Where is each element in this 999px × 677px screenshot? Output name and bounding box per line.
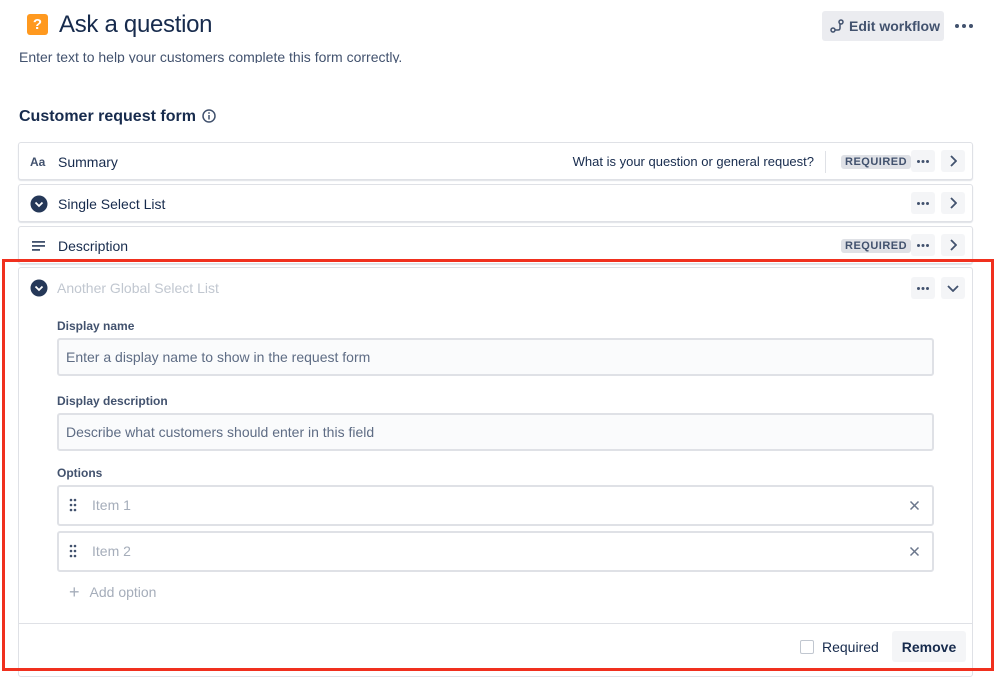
chevron-right-icon	[950, 239, 957, 251]
edit-workflow-button[interactable]: Edit workflow	[822, 11, 944, 41]
field-help-text: What is your question or general request…	[572, 154, 814, 169]
chevron-right-icon	[950, 155, 957, 167]
field-label: Another Global Select List	[57, 280, 219, 296]
display-description-input[interactable]: Describe what customers should enter in …	[57, 413, 934, 451]
divider	[825, 151, 826, 173]
divider	[19, 623, 972, 624]
svg-text:Aa: Aa	[30, 156, 46, 168]
workflow-icon	[830, 19, 844, 33]
option-input[interactable]: Item 2	[92, 543, 131, 559]
required-checkbox[interactable]	[800, 640, 814, 654]
info-icon[interactable]	[201, 108, 217, 124]
drag-handle-icon[interactable]	[69, 498, 77, 517]
close-icon[interactable]	[909, 498, 920, 516]
field-more-button[interactable]	[911, 234, 935, 256]
required-badge: REQUIRED	[841, 239, 912, 253]
option-row[interactable]: Item 1	[57, 485, 934, 526]
paragraph-icon	[30, 237, 48, 255]
expand-field-button[interactable]	[941, 192, 965, 214]
display-name-label: Display name	[57, 319, 135, 333]
field-more-button[interactable]	[911, 192, 935, 214]
required-badge: REQUIRED	[841, 155, 912, 169]
close-icon[interactable]	[909, 544, 920, 562]
more-icon	[955, 24, 973, 28]
select-list-icon	[30, 279, 48, 302]
remove-button[interactable]: Remove	[892, 631, 966, 662]
chevron-right-icon	[950, 197, 957, 209]
section-title: Customer request form	[19, 108, 196, 125]
text-field-icon: Aa	[30, 153, 48, 171]
required-label: Required	[822, 639, 879, 655]
question-mark-icon: ?	[27, 14, 48, 35]
more-icon	[917, 159, 929, 163]
option-row[interactable]: Item 2	[57, 531, 934, 572]
field-label: Single Select List	[58, 196, 166, 212]
plus-icon: +	[69, 582, 80, 602]
field-label: Description	[58, 238, 129, 254]
expanded-field-another-global-select-list: Another Global Select List Display name …	[18, 267, 973, 677]
display-name-input[interactable]: Enter a display name to show in the requ…	[57, 338, 934, 376]
more-icon	[917, 243, 929, 247]
drag-handle-icon[interactable]	[69, 544, 77, 563]
option-input[interactable]: Item 1	[92, 497, 131, 513]
form-field-summary[interactable]: Aa Summary What is your question or gene…	[18, 142, 973, 180]
add-option-label: Add option	[89, 584, 157, 600]
display-description-label: Display description	[57, 394, 168, 408]
options-label: Options	[57, 466, 103, 480]
edit-workflow-label: Edit workflow	[849, 18, 940, 34]
more-actions-button[interactable]	[950, 13, 978, 39]
collapse-field-button[interactable]	[941, 277, 965, 299]
form-field-description[interactable]: Description REQUIRED	[18, 226, 973, 264]
more-icon	[917, 286, 929, 290]
form-field-single-select-list[interactable]: Single Select List	[18, 184, 973, 222]
field-more-button[interactable]	[911, 277, 935, 299]
select-list-icon	[30, 195, 48, 213]
chevron-down-icon	[947, 285, 959, 292]
page-title: Ask a question	[59, 11, 213, 38]
more-icon	[917, 201, 929, 205]
field-label: Summary	[58, 154, 118, 170]
field-more-button[interactable]	[911, 150, 935, 172]
page-header: ? Ask a question Edit workflow	[0, 0, 999, 52]
expand-field-button[interactable]	[941, 234, 965, 256]
expand-field-button[interactable]	[941, 150, 965, 172]
add-option-button[interactable]: + Add option	[69, 582, 157, 602]
